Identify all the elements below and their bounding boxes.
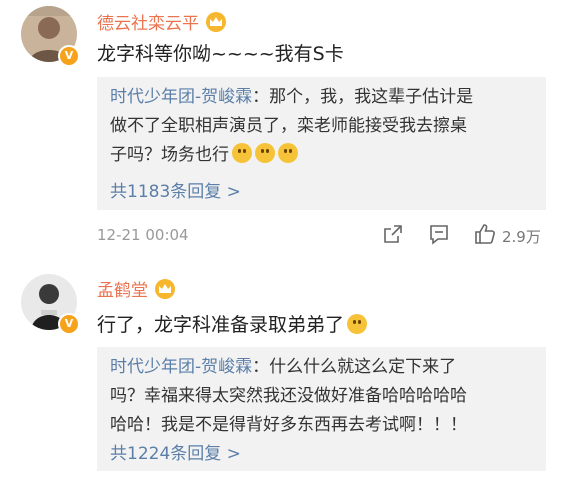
comment-item: V 德云社栾云平 龙字科等你呦~~~~我有S卡 时代少年团-贺峻霖：那个，我，我… <box>0 0 565 260</box>
reply-text: 时代少年团-贺峻霖：什么什么就这么定下来了 吗？幸福来得太突然我还没做好准备哈哈… <box>110 353 540 440</box>
comment-text: 龙字科等你呦~~~~我有S卡 <box>97 43 344 65</box>
crown-member-icon <box>154 279 176 304</box>
hushed-face-emoji-icon <box>232 143 252 163</box>
reply-preview[interactable]: 时代少年团-贺峻霖：那个，我，我这辈子估计是 做不了全职相声演员了，栾老师能接受… <box>97 77 546 210</box>
comment-footer: 12-21 00:04 2.9万 <box>97 222 546 248</box>
reply-body-line: 哈哈！我是不是得背好多东西再去考试啊！！！ <box>110 415 467 435</box>
reply-body-line: 子吗？场务也行 <box>110 145 229 165</box>
reply-body-line: 吗？幸福来得太突然我还没做好准备哈哈哈哈哈 <box>110 386 467 406</box>
comment-icon[interactable] <box>427 222 451 246</box>
reply-body-line: ：什么什么就这么定下来了 <box>252 357 457 377</box>
reply-author[interactable]: 时代少年团-贺峻霖 <box>110 357 252 377</box>
like-count: 2.9万 <box>502 228 541 246</box>
crown-member-icon <box>205 12 227 37</box>
verified-v-badge-icon: V <box>58 45 80 67</box>
comment-text: 行了，龙字科准备录取弟弟了 <box>97 310 368 337</box>
comment-item: V 孟鹤堂 行了，龙字科准备录取弟弟了 时代少年团-贺峻霖：什么什么就这么定下来… <box>0 262 565 499</box>
reply-body-line: ：那个，我，我这辈子估计是 <box>252 87 474 107</box>
hushed-face-emoji-icon <box>255 143 275 163</box>
hushed-face-emoji-icon <box>278 143 298 163</box>
timestamp: 12-21 00:04 <box>97 226 189 244</box>
reply-preview[interactable]: 时代少年团-贺峻霖：什么什么就这么定下来了 吗？幸福来得太突然我还没做好准备哈哈… <box>97 347 546 471</box>
username-label[interactable]: 孟鹤堂 <box>97 281 148 301</box>
reply-body-line: 做不了全职相声演员了，栾老师能接受我去擦桌 <box>110 116 467 136</box>
username[interactable]: 孟鹤堂 <box>97 276 176 304</box>
username-label[interactable]: 德云社栾云平 <box>97 14 199 34</box>
laughing-tears-emoji-icon <box>347 314 368 334</box>
share-icon[interactable] <box>381 222 405 246</box>
view-replies-link[interactable]: 共1224条回复 > <box>110 439 241 464</box>
comment-text-label: 行了，龙字科准备录取弟弟了 <box>97 314 345 336</box>
reply-author[interactable]: 时代少年团-贺峻霖 <box>110 87 252 107</box>
thumbs-up-icon[interactable] <box>473 222 497 246</box>
reply-text: 时代少年团-贺峻霖：那个，我，我这辈子估计是 做不了全职相声演员了，栾老师能接受… <box>110 83 540 170</box>
username[interactable]: 德云社栾云平 <box>97 9 227 37</box>
view-replies-link[interactable]: 共1183条回复 > <box>110 177 241 202</box>
verified-v-badge-icon: V <box>58 313 80 335</box>
